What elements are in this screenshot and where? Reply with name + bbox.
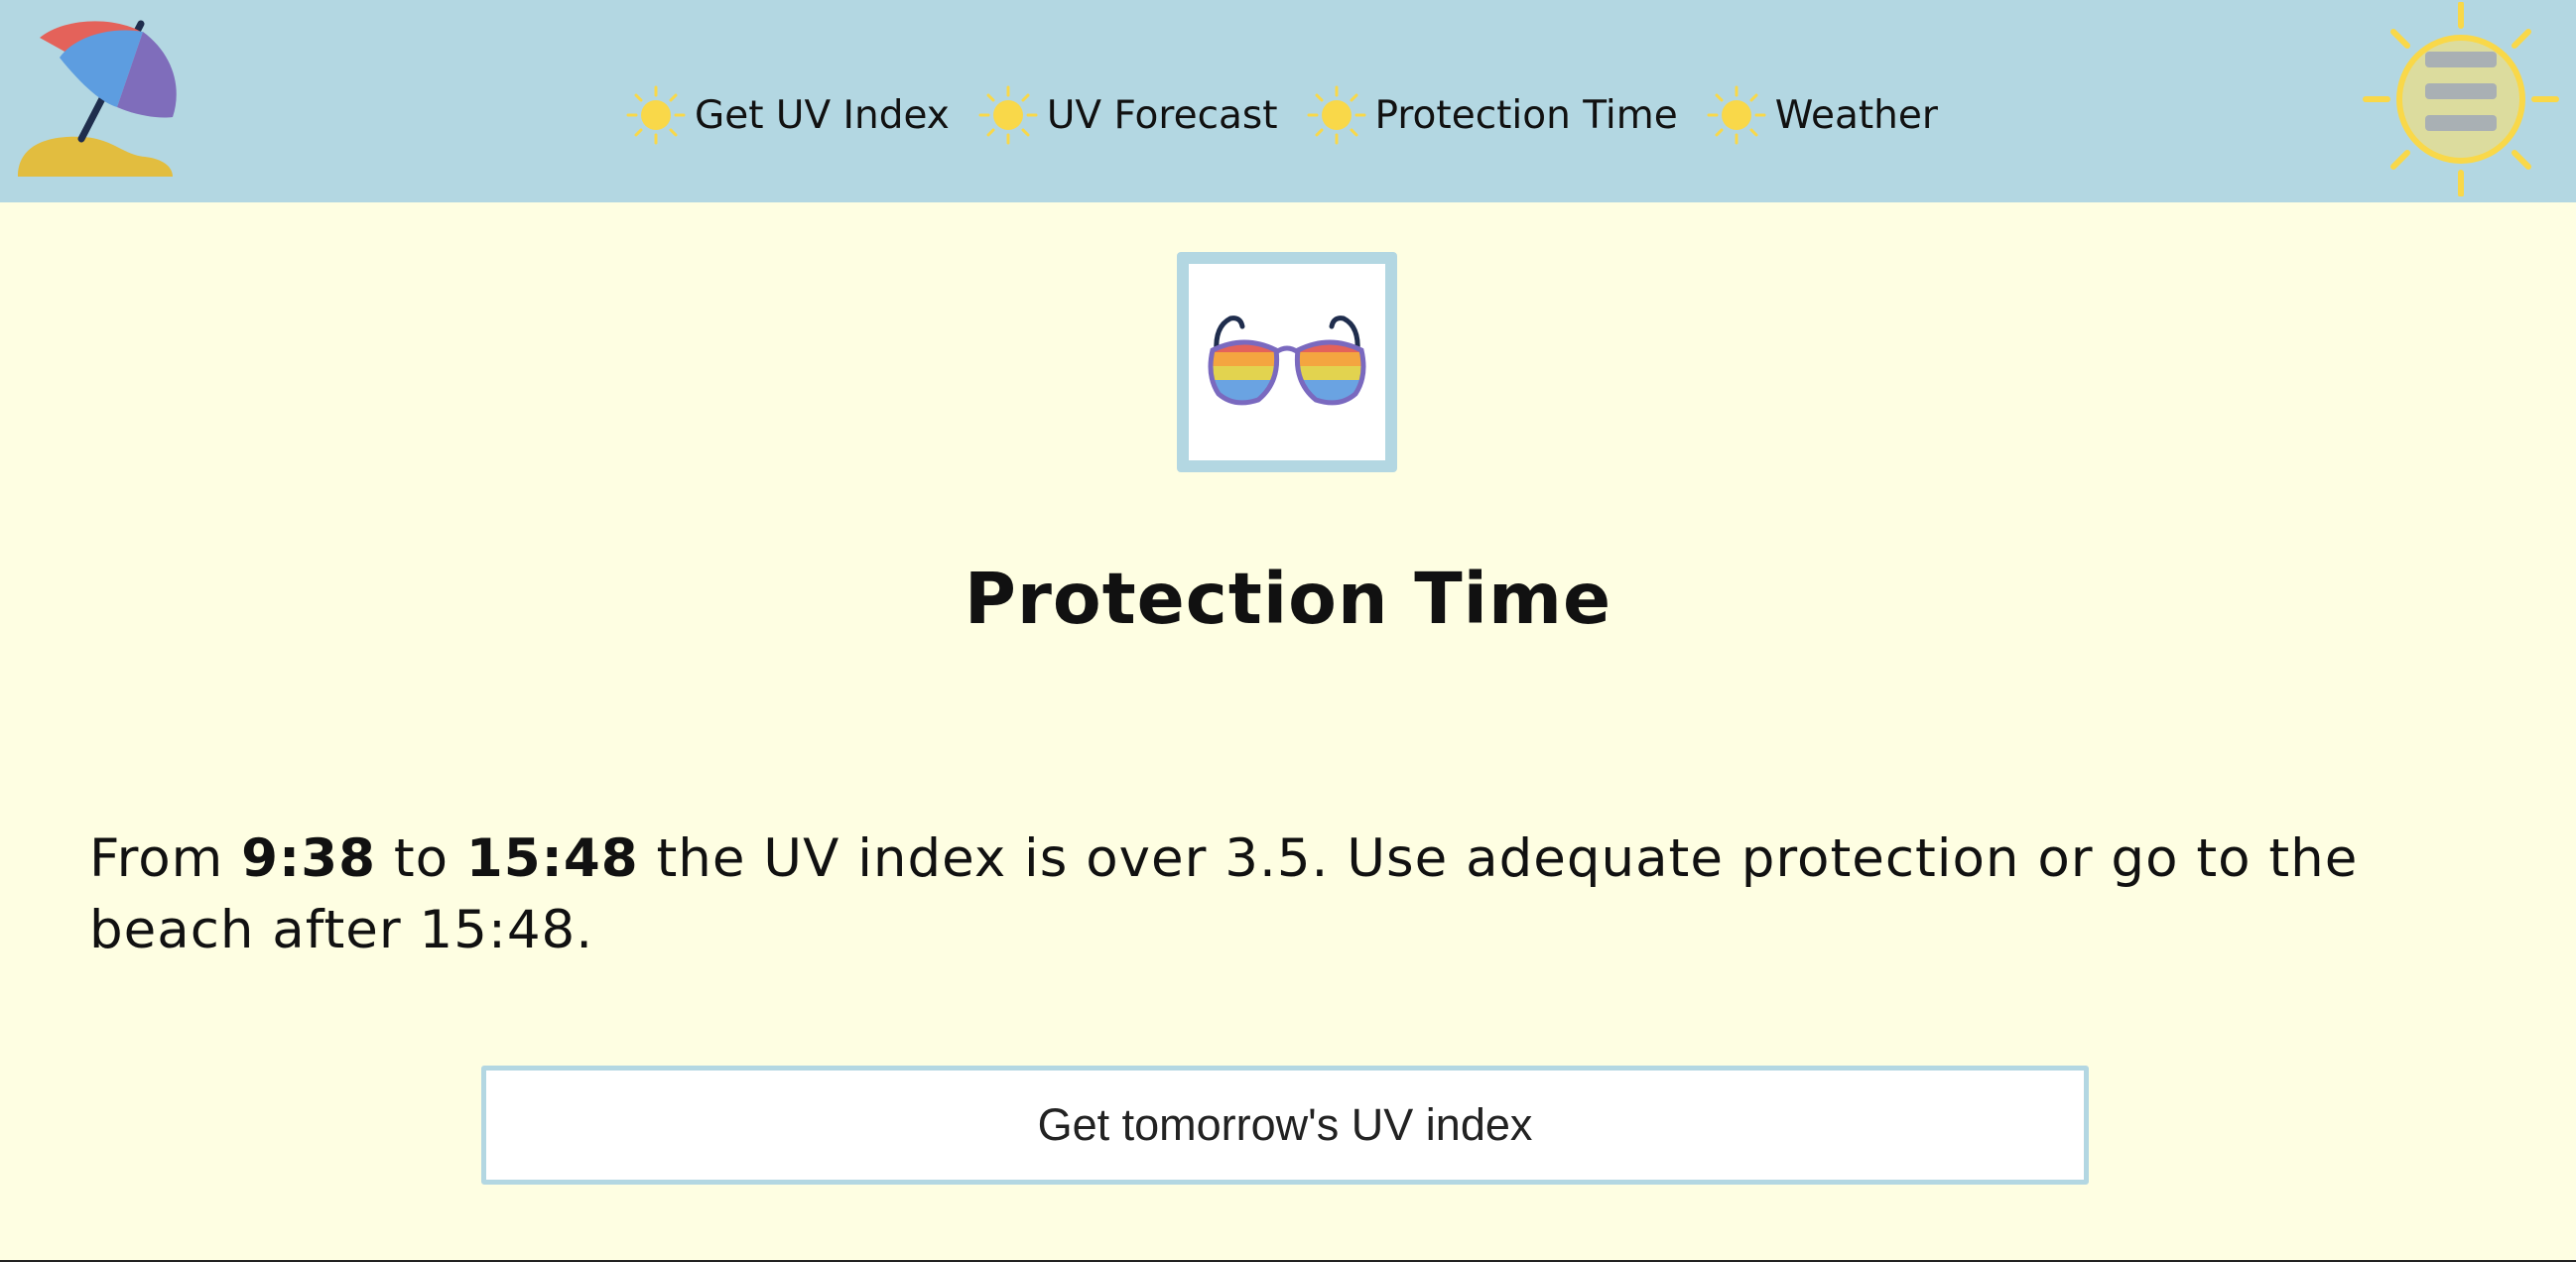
nav-uv-forecast[interactable]: UV Forecast <box>977 84 1278 146</box>
main-nav: Get UV Index UV Forecast Protection Time… <box>625 85 1966 145</box>
sun-icon <box>1307 85 1366 145</box>
sun-icon <box>1707 85 1766 145</box>
nav-label: Get UV Index <box>695 92 950 138</box>
sun-menu-icon[interactable] <box>2362 2 2560 196</box>
sun-icon <box>978 85 1038 145</box>
nav-weather[interactable]: Weather <box>1706 84 1938 146</box>
feature-icon-frame <box>1177 252 1397 472</box>
sunglasses-icon <box>1208 316 1366 406</box>
message-middle: to <box>376 828 466 889</box>
end-time: 15:48 <box>465 828 639 889</box>
get-tomorrow-uv-button[interactable]: Get tomorrow's UV index <box>481 1066 2089 1185</box>
nav-protection-time[interactable]: Protection Time <box>1306 84 1678 146</box>
beach-umbrella-icon[interactable] <box>14 18 183 182</box>
nav-label: Protection Time <box>1374 92 1678 138</box>
nav-get-uv-index[interactable]: Get UV Index <box>625 84 950 146</box>
protection-message: From 9:38 to 15:48 the UV index is over … <box>89 823 2491 966</box>
header: Get UV Index UV Forecast Protection Time… <box>0 0 2576 202</box>
start-time: 9:38 <box>241 828 376 889</box>
message-prefix: From <box>89 828 242 889</box>
page-title: Protection Time <box>964 558 1612 640</box>
sun-icon <box>626 85 686 145</box>
nav-label: UV Forecast <box>1046 92 1278 138</box>
main-content: Protection Time From 9:38 to 15:48 the U… <box>0 202 2576 1260</box>
nav-label: Weather <box>1774 92 1938 138</box>
